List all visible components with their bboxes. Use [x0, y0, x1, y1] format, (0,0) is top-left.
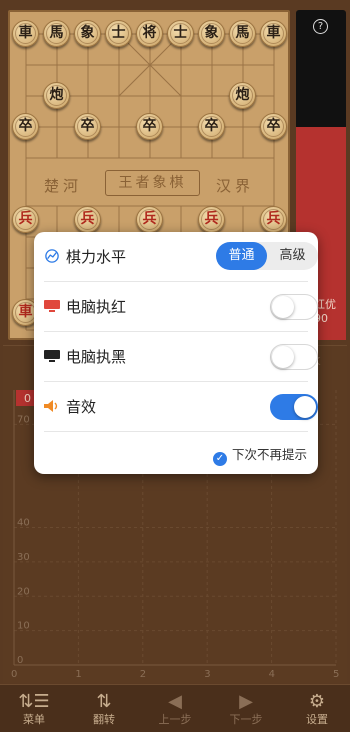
monitor-red-icon: [44, 300, 60, 312]
y-tick-label: 30: [17, 552, 30, 563]
river-left-text: 楚河: [44, 177, 83, 195]
black-soldier-1[interactable]: 卒: [12, 113, 39, 140]
no-remind-checkbox[interactable]: ✓ 下次不再提示: [212, 444, 307, 466]
black-soldier-3[interactable]: 卒: [136, 113, 163, 140]
river-center-banner: 王者象棋: [105, 170, 200, 196]
next-step-button[interactable]: ▶ 下一步: [216, 685, 276, 732]
black-chariot-left[interactable]: 車: [12, 20, 39, 47]
y-tick-label: 70: [17, 414, 30, 425]
black-soldier-2[interactable]: 卒: [74, 113, 101, 140]
no-remind-label: 下次不再提示: [231, 447, 307, 462]
x-tick-label: 5: [333, 669, 339, 680]
red-soldier-3[interactable]: 兵: [136, 206, 163, 233]
skill-segmented-control: 普通 高级: [216, 242, 318, 270]
computer-black-toggle[interactable]: [270, 344, 318, 370]
help-icon[interactable]: ?: [313, 19, 328, 34]
red-soldier-5[interactable]: 兵: [260, 206, 287, 233]
bottom-toolbar: ⇅☰ 菜单 ⇅ 翻转 ◀ 上一步 ▶ 下一步 ⚙ 设置: [0, 684, 350, 732]
monitor-black-icon: [44, 350, 60, 362]
next-icon: ▶: [239, 691, 253, 712]
y-tick-label: 40: [17, 518, 30, 529]
red-soldier-4[interactable]: 兵: [198, 206, 225, 233]
prev-label: 上一步: [158, 713, 192, 726]
skill-option-advanced[interactable]: 高级: [267, 242, 318, 270]
gear-icon: ⚙: [308, 691, 326, 712]
black-elephant-left[interactable]: 象: [74, 20, 101, 47]
black-soldier-5[interactable]: 卒: [260, 113, 287, 140]
black-advisor-right[interactable]: 士: [167, 20, 194, 47]
next-label: 下一步: [229, 713, 263, 726]
x-tick-label: 1: [75, 669, 81, 680]
menu-icon: ⇅☰: [18, 691, 50, 712]
prev-step-button[interactable]: ◀ 上一步: [145, 685, 205, 732]
left-edge-marker: 0: [24, 392, 31, 405]
black-soldier-4[interactable]: 卒: [198, 113, 225, 140]
menu-label: 菜单: [23, 713, 45, 726]
computer-red-label: 电脑执红: [66, 298, 127, 316]
river-right-text: 汉界: [216, 177, 255, 195]
y-tick-label: 0: [17, 655, 23, 666]
skill-label: 棋力水平: [66, 248, 127, 266]
sound-toggle[interactable]: [270, 394, 318, 420]
black-chariot-right[interactable]: 車: [260, 20, 287, 47]
x-tick-label: 4: [269, 669, 275, 680]
computer-red-toggle[interactable]: [270, 294, 318, 320]
x-tick-label: 3: [204, 669, 210, 680]
checkmark-icon: ✓: [212, 452, 227, 466]
black-general[interactable]: 将: [136, 20, 163, 47]
y-tick-label: 10: [17, 621, 30, 632]
speaker-icon: [44, 400, 58, 412]
x-tick-label: 2: [140, 669, 146, 680]
computer-black-label: 电脑执黑: [66, 348, 127, 366]
x-tick-label: 0: [11, 669, 17, 680]
y-tick-label: 20: [17, 586, 30, 597]
menu-button[interactable]: ⇅☰ 菜单: [4, 685, 64, 732]
skill-row: 棋力水平 普通 高级: [44, 232, 318, 282]
flip-label: 翻转: [93, 713, 115, 726]
red-soldier-1[interactable]: 兵: [12, 206, 39, 233]
sound-label: 音效: [66, 398, 97, 416]
black-cannon-right[interactable]: 炮: [229, 82, 256, 109]
skill-option-normal[interactable]: 普通: [216, 242, 267, 270]
red-soldier-2[interactable]: 兵: [74, 206, 101, 233]
sound-row: 音效: [44, 382, 318, 432]
trend-icon: [45, 249, 59, 263]
settings-label: 设置: [306, 713, 328, 726]
black-cannon-left[interactable]: 炮: [43, 82, 70, 109]
settings-button[interactable]: ⚙ 设置: [287, 685, 347, 732]
flip-icon: ⇅: [96, 691, 112, 712]
black-horse-right[interactable]: 馬: [229, 20, 256, 47]
computer-black-row: 电脑执黑: [44, 332, 318, 382]
settings-dialog: 棋力水平 普通 高级 电脑执红 电脑执黑 音效 ✓ 下次不再提示: [34, 232, 318, 474]
black-elephant-right[interactable]: 象: [198, 20, 225, 47]
prev-icon: ◀: [168, 691, 182, 712]
black-horse-left[interactable]: 馬: [43, 20, 70, 47]
flip-button[interactable]: ⇅ 翻转: [74, 685, 134, 732]
black-advisor-left[interactable]: 士: [105, 20, 132, 47]
computer-red-row: 电脑执红: [44, 282, 318, 332]
